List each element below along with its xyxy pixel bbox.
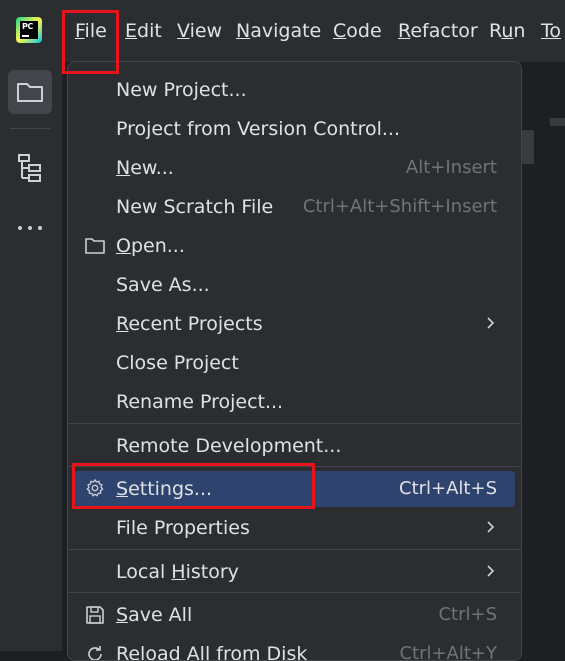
menu-code[interactable]: Code [333, 19, 382, 43]
reload-icon [88, 646, 102, 660]
menu-item-reload-all[interactable]: Reload All from Disk Ctrl+Alt+Y [68, 635, 521, 661]
menu-item-new-project[interactable]: New Project... [68, 71, 521, 110]
menu-item-open[interactable]: Open... [68, 227, 521, 266]
chevron-right-icon [487, 565, 495, 577]
structure-icon [18, 154, 41, 182]
menu-item-save-as[interactable]: Save As... [68, 266, 521, 305]
chevron-right-icon [487, 521, 495, 533]
menu-item-close-project[interactable]: Close Project [68, 344, 521, 383]
file-menu-popup: New Project... Project from Version Cont… [67, 61, 522, 661]
menu-separator [68, 423, 521, 424]
folder-icon [17, 83, 43, 102]
menu-separator [68, 549, 521, 550]
menu-edit[interactable]: Edit [125, 19, 162, 43]
project-tool-button[interactable] [8, 70, 52, 114]
tool-window-strip [0, 62, 63, 651]
shortcut-label: Ctrl+Alt+Shift+Insert [302, 196, 497, 217]
menu-tools[interactable]: To [541, 19, 561, 43]
menu-item-local-history[interactable]: Local History [68, 553, 521, 592]
menu-item-rename-project[interactable]: Rename Project... [68, 383, 521, 422]
folder-icon [85, 238, 105, 254]
background-panel-edge [550, 118, 565, 126]
menu-item-recent-projects[interactable]: Recent Projects [68, 305, 521, 344]
menu-refactor[interactable]: Refactor [398, 19, 478, 43]
menu-item-remote-development[interactable]: Remote Development... [68, 427, 521, 466]
menu-item-new-scratch-file[interactable]: New Scratch File Ctrl+Alt+Shift+Insert [68, 188, 521, 227]
menu-separator [68, 592, 521, 593]
menu-navigate[interactable]: Navigate [236, 19, 321, 43]
menu-view[interactable]: View [177, 19, 222, 43]
more-tools-button[interactable] [8, 206, 52, 250]
shortcut-label: Alt+Insert [405, 157, 497, 178]
background-tab-edge [522, 130, 534, 164]
more-icon [18, 226, 42, 230]
annotation-highlight-settings [72, 463, 315, 509]
logo-text: PC [22, 22, 33, 31]
structure-tool-button[interactable] [8, 146, 52, 190]
menu-item-save-all[interactable]: Save All Ctrl+S [68, 596, 521, 635]
menu-item-new[interactable]: New... Alt+Insert [68, 149, 521, 188]
chevron-right-icon [487, 317, 495, 329]
shortcut-label: Ctrl+Alt+S [399, 478, 497, 499]
shortcut-label: Ctrl+S [438, 604, 497, 625]
pycharm-logo-icon: PC [16, 17, 42, 43]
menu-run[interactable]: Run [489, 19, 525, 43]
menu-item-project-from-vcs[interactable]: Project from Version Control... [68, 110, 521, 149]
shortcut-label: Ctrl+Alt+Y [399, 643, 497, 661]
save-icon [86, 606, 104, 624]
tool-separator [10, 128, 50, 129]
menu-item-file-properties[interactable]: File Properties [68, 509, 521, 548]
annotation-highlight-file [62, 10, 119, 74]
